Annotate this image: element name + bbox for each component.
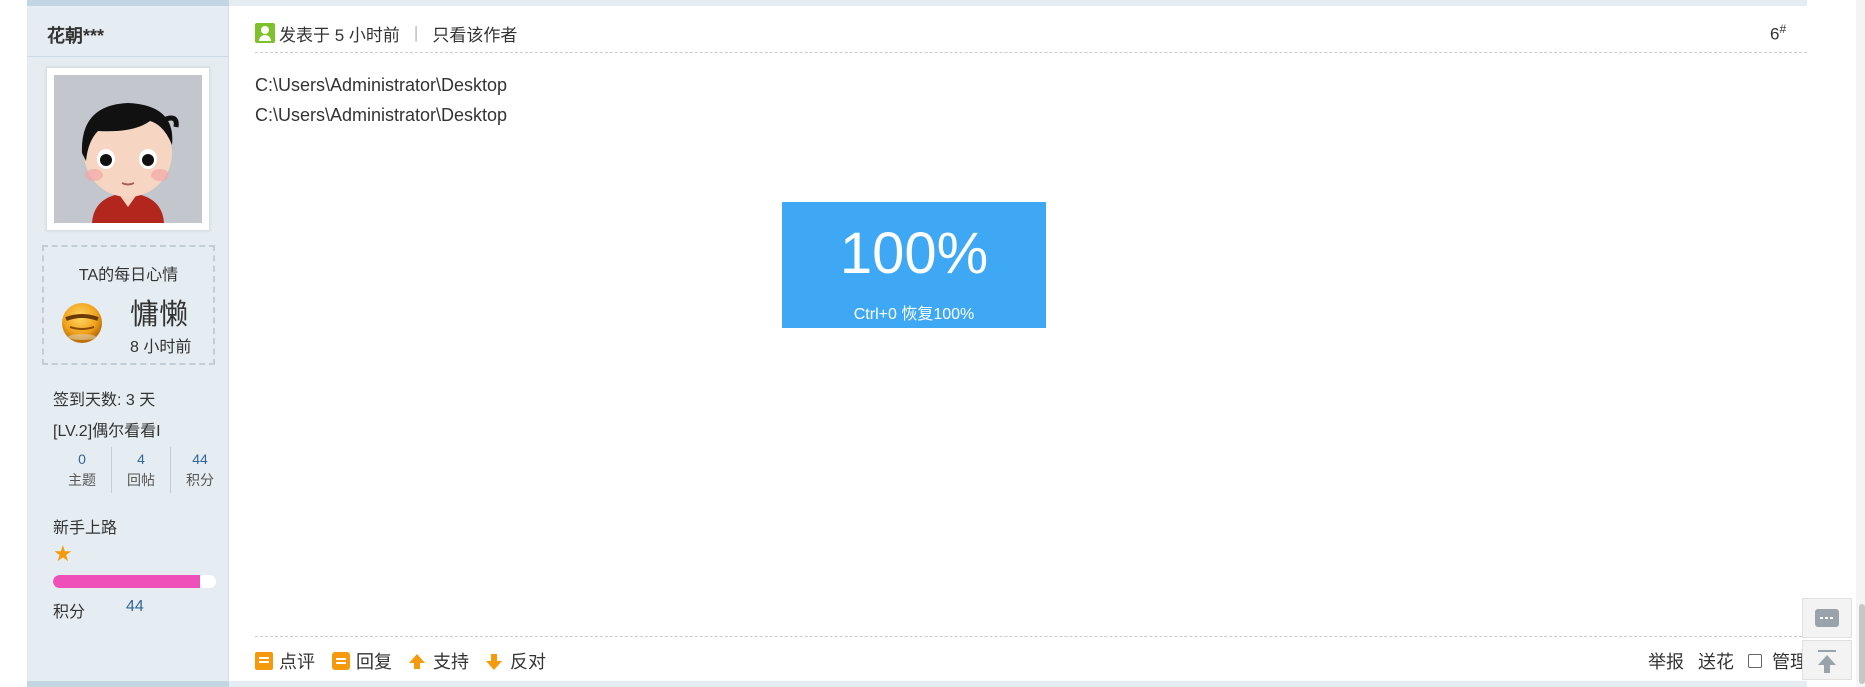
floor-mark: #: [1779, 22, 1787, 36]
post-actions: 点评 回复 支持 反对: [255, 648, 563, 674]
stat-value: 4: [137, 451, 145, 467]
avatar[interactable]: [46, 67, 210, 231]
avatar-image: [54, 75, 202, 223]
sign-days: 签到天数: 3 天: [53, 392, 156, 409]
floor-number[interactable]: 6#: [1770, 22, 1786, 45]
report-link[interactable]: 举报: [1648, 648, 1684, 674]
stat-replies[interactable]: 4 回帖: [112, 447, 171, 493]
manage-checkbox[interactable]: [1748, 654, 1762, 668]
bottom-border: [27, 681, 1807, 687]
scrollbar-thumb[interactable]: [1859, 604, 1865, 684]
comment-label: 点评: [279, 652, 315, 672]
divider: [27, 56, 229, 57]
stat-threads[interactable]: 0 主题: [53, 447, 112, 493]
mood-face-icon: [58, 297, 106, 345]
user-rank[interactable]: 新手上路: [53, 514, 117, 538]
score-label: 积分: [53, 604, 86, 621]
author-sidebar: 花朝*** TA的每日心情 慵懒 8 小时前 签到天数: 3 天 [LV.2]偶…: [27, 6, 229, 681]
mood-word: 慵懒: [130, 299, 189, 331]
points-progress-bar: [53, 575, 216, 588]
chat-bubble-icon: [1815, 609, 1839, 627]
send-flower-link[interactable]: 送花: [1698, 648, 1734, 674]
oppose-button[interactable]: 反对: [486, 648, 546, 674]
thumbs-down-arrow-icon: [486, 653, 502, 670]
points-progress-fill: [53, 575, 200, 588]
stat-value: 0: [78, 451, 86, 467]
oppose-label: 反对: [510, 652, 546, 672]
divider: [255, 636, 1807, 637]
daily-mood: TA的每日心情 慵懒 8 小时前: [42, 245, 215, 365]
stat-label: 回帖: [127, 472, 155, 488]
zoom-indicator: 100% Ctrl+0 恢复100%: [782, 202, 1046, 328]
zoom-percent: 100%: [839, 221, 989, 286]
stat-points[interactable]: 44 积分: [171, 447, 229, 493]
user-stats: 0 主题 4 回帖 44 积分: [53, 447, 229, 493]
quick-reply-button[interactable]: [1802, 598, 1852, 638]
reply-icon: [332, 652, 350, 670]
support-button[interactable]: 支持: [409, 648, 469, 674]
post-admin-actions: 举报 送花 管理: [1648, 648, 1822, 674]
post-header: 发表于 5 小时前 | 只看该作者: [255, 19, 517, 47]
floating-tools: [1802, 598, 1852, 682]
zoom-hint: Ctrl+0 恢复100%: [853, 306, 975, 323]
comment-icon: [255, 652, 273, 670]
stat-label: 主题: [68, 472, 96, 488]
user-online-icon: [255, 23, 275, 43]
star-icon: ★: [53, 541, 73, 566]
post-time: 发表于 5 小时前: [279, 25, 400, 45]
back-to-top-button[interactable]: [1802, 640, 1852, 680]
mood-title: TA的每日心情: [78, 267, 179, 284]
reply-button[interactable]: 回复: [332, 648, 392, 674]
vertical-scrollbar[interactable]: [1856, 0, 1865, 687]
thumbs-up-arrow-icon: [409, 653, 425, 669]
divider: [255, 52, 1807, 53]
content-line: C:\Users\Administrator\Desktop: [255, 75, 508, 95]
author-name[interactable]: 花朝***: [47, 22, 104, 48]
comment-button[interactable]: 点评: [255, 648, 315, 674]
top-border: [27, 0, 1807, 6]
support-label: 支持: [433, 652, 469, 672]
post-content: C:\Users\Administrator\Desktop C:\Users\…: [255, 70, 507, 130]
mood-time: 8 小时前: [130, 339, 192, 356]
only-author-link[interactable]: 只看该作者: [432, 21, 517, 46]
user-level[interactable]: [LV.2]偶尔看看I: [53, 417, 161, 441]
arrow-to-top-icon: [1818, 650, 1836, 673]
content-line: C:\Users\Administrator\Desktop: [255, 105, 508, 125]
reply-label: 回复: [356, 652, 392, 672]
stat-value: 44: [192, 451, 208, 467]
divider: |: [413, 23, 419, 42]
score-value: 44: [126, 598, 144, 615]
stat-label: 积分: [186, 472, 214, 488]
